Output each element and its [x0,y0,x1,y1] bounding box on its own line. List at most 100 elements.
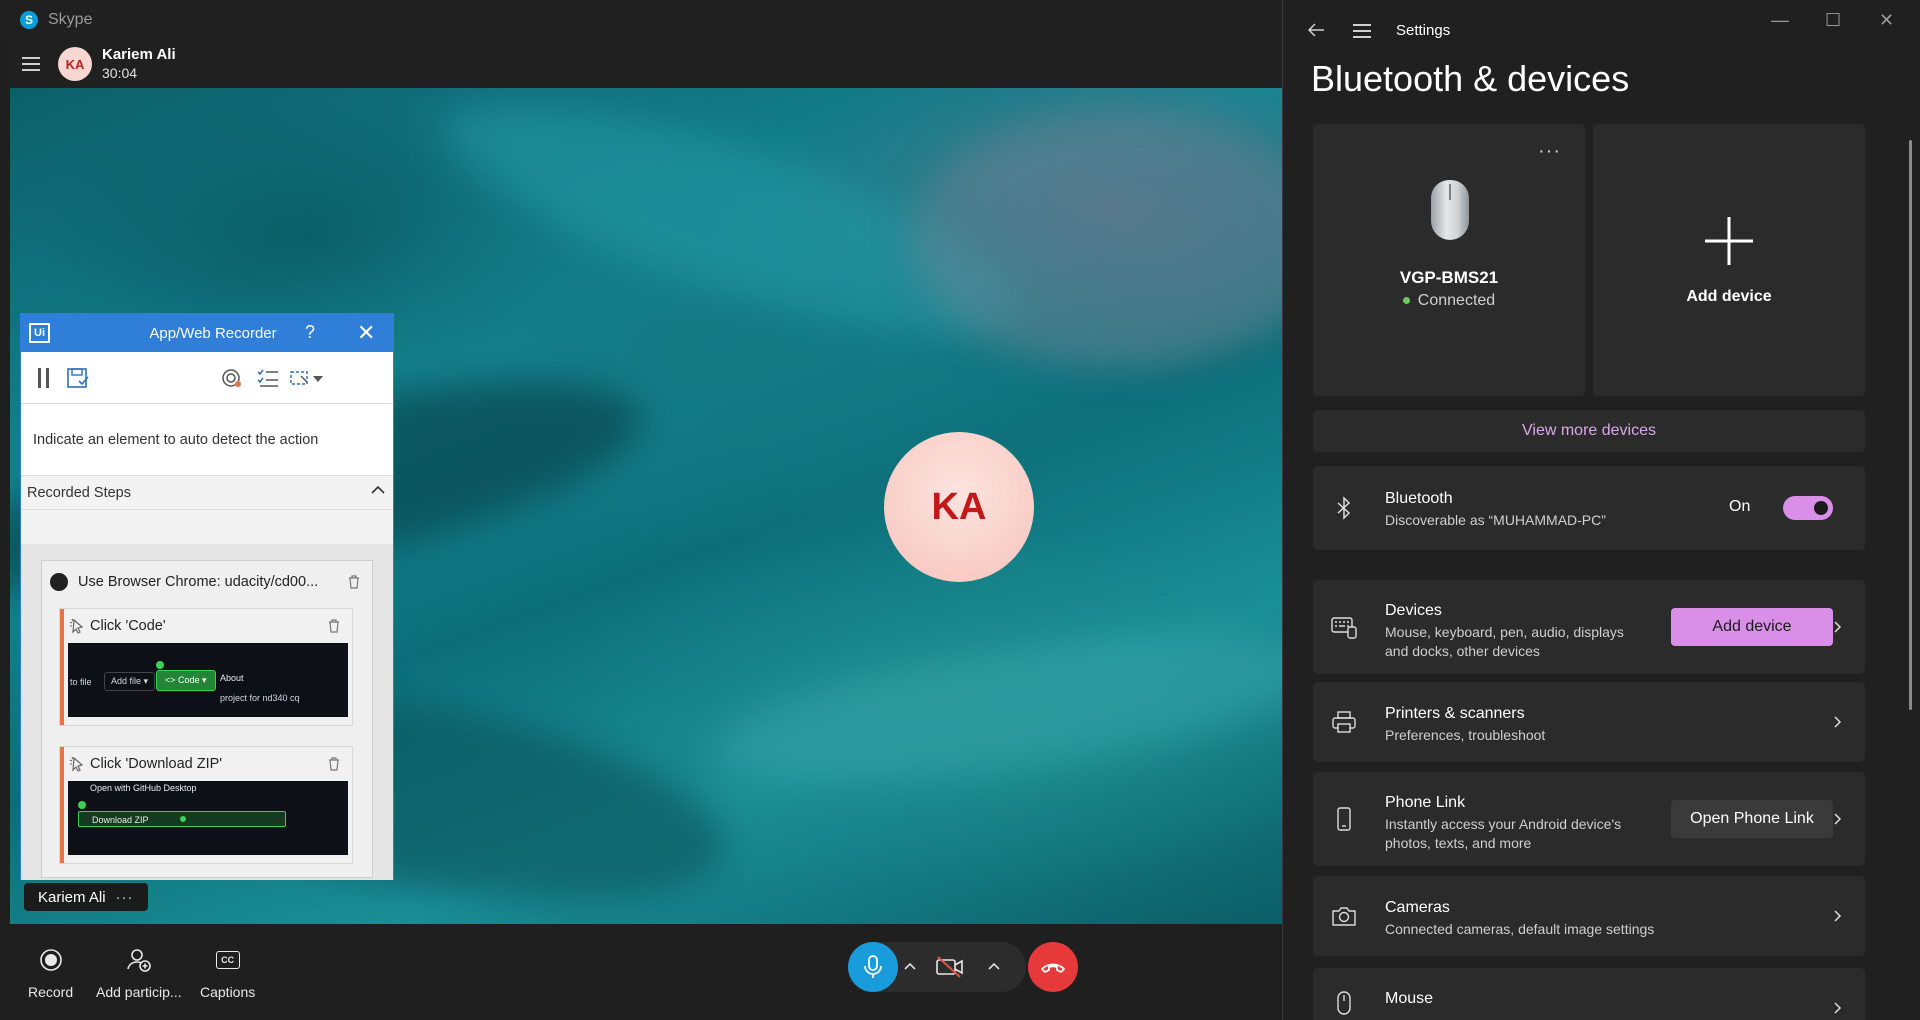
bluetooth-row: Bluetooth Discoverable as “MUHAMMAD-PC” … [1313,466,1865,550]
settings-window: Settings — ☐ ✕ Bluetooth & devices ··· V… [1282,0,1920,1020]
participant-name: Kariem Ali [38,888,106,906]
cameras-row[interactable]: Cameras Connected cameras, default image… [1313,876,1865,956]
step-card[interactable]: Click 'Code' to file Add file ▾ <> Code … [60,609,352,725]
chevron-right-icon [1834,813,1842,825]
settings-titlebar: Settings — ☐ ✕ [1283,0,1920,62]
browser-step-header: Use Browser Chrome: udacity/cd00... [42,561,372,603]
bluetooth-title: Bluetooth [1385,490,1453,507]
skype-window-title: Skype [48,11,93,28]
phone-link-title: Phone Link [1385,794,1466,811]
bluetooth-state: On [1729,498,1751,515]
step-card[interactable]: Click 'Download ZIP' Open with GitHub De… [60,747,352,863]
click-icon [69,618,84,634]
recorder-title: App/Web Recorder [149,324,277,342]
checklist-icon[interactable] [255,366,281,390]
add-device-label: Add device [1686,288,1772,305]
save-icon[interactable] [65,366,91,390]
open-phone-link-button[interactable]: Open Phone Link [1671,800,1833,838]
add-device-button[interactable]: Add device [1671,608,1833,646]
bluetooth-toggle[interactable] [1783,496,1833,520]
recorded-steps-label: Recorded Steps [27,484,131,501]
github-icon [50,573,68,591]
delete-icon[interactable] [328,619,340,633]
printers-scanners-row[interactable]: Printers & scanners Preferences, trouble… [1313,682,1865,762]
step-header: Click 'Download ZIP' [64,747,352,781]
skype-logo-icon: S [20,11,38,29]
hang-up-button[interactable] [1028,942,1078,992]
pause-icon[interactable] [31,366,57,390]
chevron-right-icon [1834,621,1842,633]
phone-link-subtitle-line-1: Instantly access your Android device's [1385,816,1622,832]
menu-icon[interactable] [1353,24,1371,38]
hang-up-icon [1041,963,1065,973]
collapse-chevron-icon[interactable] [371,485,385,495]
captions-icon: CC [214,946,242,974]
add-device-tile[interactable]: Add device [1593,124,1865,396]
printers-title: Printers & scanners [1385,705,1525,722]
captions-button[interactable]: CC Captions [200,946,255,1000]
mouse-device-icon [1431,180,1469,240]
printers-subtitle: Preferences, troubleshoot [1385,727,1546,743]
close-icon[interactable]: ✕ [1879,10,1894,31]
menu-icon[interactable] [22,57,40,71]
more-options-icon[interactable]: ··· [116,889,134,906]
mouse-icon [1331,990,1357,1016]
selection-dropdown-icon[interactable] [287,366,327,390]
microphone-button[interactable] [848,942,898,992]
step-screenshot: Open with GitHub Desktop Download ZIP [68,781,348,855]
record-label: Record [28,984,74,1000]
settings-scrollbar[interactable] [1909,140,1912,710]
phone-link-subtitle-line-2: photos, texts, and more [1385,835,1532,851]
click-icon [69,756,84,772]
mouse-title: Mouse [1385,990,1434,1007]
recorder-hint: Indicate an element to auto detect the a… [21,404,393,476]
camera-options-chevron-icon[interactable] [984,956,1004,976]
delete-icon[interactable] [348,575,360,589]
participant-avatar: KA [884,432,1034,582]
devices-title: Devices [1385,602,1442,619]
call-controls: Record Add particip... CC Captions [10,924,1282,1020]
back-arrow-icon[interactable] [1307,22,1325,38]
device-tile[interactable]: ··· VGP-BMS21 Connected [1313,124,1585,396]
recorder-toolbar [21,352,393,404]
recorded-steps-list: Use Browser Chrome: udacity/cd00... Clic… [21,544,393,880]
printer-icon [1331,709,1357,735]
app-web-recorder-window: Ui App/Web Recorder ? ✕ Indicate an elem… [20,313,394,880]
more-options-icon[interactable]: ··· [1538,140,1561,163]
devices-row[interactable]: Devices Mouse, keyboard, pen, audio, dis… [1313,580,1865,674]
maximize-icon[interactable]: ☐ [1825,10,1841,31]
close-icon[interactable]: ✕ [357,320,375,346]
browser-step-label: Use Browser Chrome: udacity/cd00... [78,574,319,590]
caller-avatar[interactable]: KA [58,47,92,81]
cameras-subtitle: Connected cameras, default image setting… [1385,921,1655,937]
connected-dot-icon [1402,297,1410,305]
record-button[interactable]: Record [28,946,73,1000]
chevron-right-icon [1834,1002,1842,1014]
call-timer: 30:04 [102,65,138,81]
media-controls-group [848,942,1026,992]
devices-subtitle-line-2: and docks, other devices [1385,643,1540,659]
help-button[interactable]: ? [305,322,315,343]
browser-step-card[interactable]: Use Browser Chrome: udacity/cd00... Clic… [41,560,373,878]
recorded-steps-header[interactable]: Recorded Steps [21,476,393,510]
target-icon[interactable] [219,366,245,390]
step-label: Click 'Code' [90,618,166,634]
view-more-devices-link[interactable]: View more devices [1313,410,1865,452]
add-participant-button[interactable]: Add particip... [96,946,182,1000]
mic-options-chevron-icon[interactable] [900,956,920,976]
participant-name-tag[interactable]: Kariem Ali ··· [24,883,148,911]
step-header: Click 'Code' [64,609,352,643]
bluetooth-subtitle: Discoverable as “MUHAMMAD-PC” [1385,512,1606,528]
cameras-title: Cameras [1385,899,1450,916]
plus-icon [1705,217,1753,265]
chevron-right-icon [1834,716,1842,728]
bluetooth-icon [1331,495,1357,521]
captions-label: Captions [200,984,256,1000]
phone-link-row[interactable]: Phone Link Instantly access your Android… [1313,772,1865,866]
camera-off-button[interactable] [934,954,966,980]
microphone-icon [864,955,882,978]
mouse-row[interactable]: Mouse [1313,968,1865,1020]
devices-subtitle-line-1: Mouse, keyboard, pen, audio, displays [1385,624,1624,640]
delete-icon[interactable] [328,757,340,771]
minimize-icon[interactable]: — [1771,10,1789,31]
